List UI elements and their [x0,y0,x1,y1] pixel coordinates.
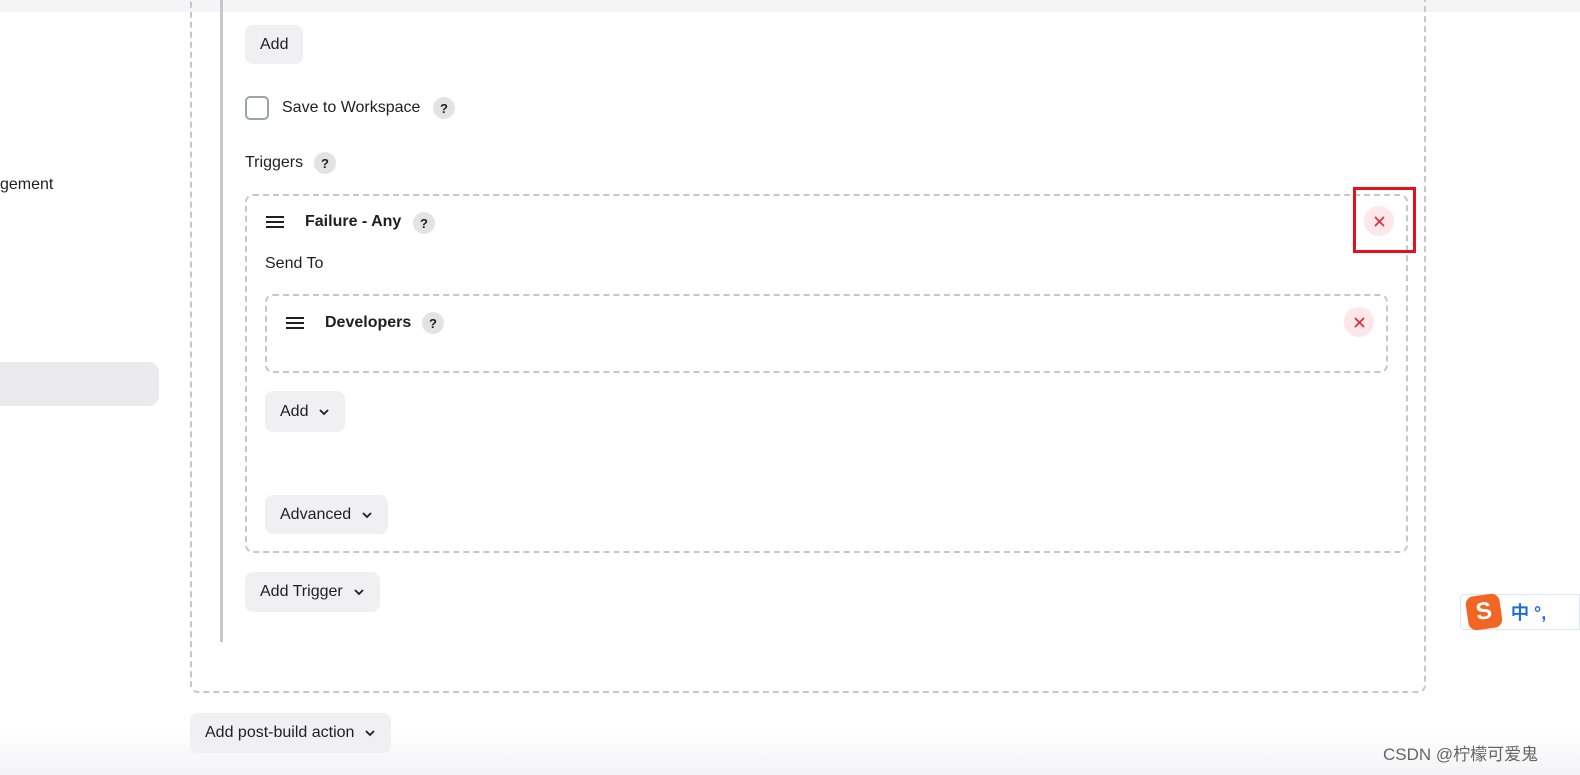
delete-recipient-button[interactable] [1344,307,1374,337]
watermark: CSDN @柠檬可爱鬼 [1383,745,1539,764]
add-trigger-label: Add Trigger [260,583,343,600]
drag-handle-icon[interactable] [286,317,304,329]
chevron-down-icon [362,511,372,518]
help-icon[interactable]: ? [314,152,336,174]
add-button[interactable]: Add [245,25,304,64]
sogou-logo-icon: S [1464,592,1504,632]
chevron-down-icon [354,589,364,596]
save-to-workspace-checkbox[interactable] [245,96,269,120]
sidebar-item-label[interactable]: gement [0,176,53,194]
triggers-label: Triggers [245,154,304,171]
help-icon[interactable]: ? [413,212,435,234]
add-recipient-label: Add [280,402,309,420]
help-icon[interactable]: ? [433,97,455,119]
advanced-button[interactable]: Advanced [265,495,389,534]
add-button-label: Add [260,35,289,53]
add-trigger-button[interactable]: Add Trigger [245,572,380,612]
drag-handle-icon[interactable] [266,216,284,228]
ime-toolbar[interactable]: S 中 °, [1460,592,1580,632]
ime-mode-text: 中 °, [1511,603,1547,623]
chevron-down-icon [365,730,376,737]
add-post-build-action-label: Add post-build action [205,724,355,741]
trigger-title: Failure - Any [305,213,402,230]
section-rule [220,0,223,642]
help-icon[interactable]: ? [422,312,444,334]
highlight-annotation [1353,187,1416,253]
add-recipient-button[interactable]: Add [265,391,346,432]
add-post-build-action-button[interactable]: Add post-build action [190,713,392,753]
chevron-down-icon [319,408,330,415]
send-to-label: Send To [265,255,324,272]
advanced-label: Advanced [280,505,352,523]
recipient-title: Developers [325,314,412,331]
trigger-panel [245,194,1408,553]
sidebar-active-item[interactable] [0,362,159,406]
close-icon [1353,316,1365,328]
save-to-workspace-label: Save to Workspace [282,99,421,116]
